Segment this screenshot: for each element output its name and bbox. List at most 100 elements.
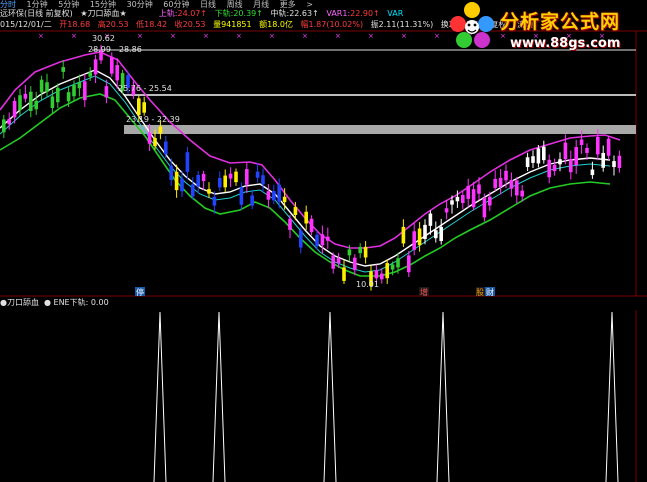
sub-panel-header: ●刀口舔血 ● ENE下轨: 0.00 [0,298,647,308]
candle-body [363,246,368,258]
candle-body [266,191,271,200]
candle-body [88,72,92,77]
candle-body [180,178,184,192]
candle-body [347,249,352,256]
candle-body [407,255,411,273]
candle-body [601,152,605,168]
candle-body [293,207,298,216]
candle-body [164,141,168,155]
candle-body [493,178,497,188]
level-band-3 [124,125,636,134]
signal-spike [605,311,619,482]
candle-body [558,159,562,165]
candle-body [428,213,433,226]
candle-body [412,231,416,250]
signal-marker: × [236,32,242,40]
signal-marker: × [269,32,275,40]
signal-marker: × [71,32,77,40]
candle-body [245,169,249,185]
candle-body [423,224,427,239]
candle-body [498,177,503,187]
candle-body [434,230,438,239]
candle-body [93,59,98,75]
candle-body [380,273,384,280]
signal-marker: × [401,32,407,40]
candle-body [66,92,71,102]
signal-spike [153,311,167,482]
candle-body [612,161,616,168]
candle-body [574,147,578,166]
candle-body [212,196,217,206]
candle-body [277,184,281,202]
candle-body [39,79,44,93]
candle-body [342,267,346,281]
candle-body [309,218,314,233]
signal-spike [323,311,337,482]
candle-body [331,255,335,269]
sub-indicator-spikes [153,311,619,482]
candle-body [272,191,276,201]
candle-body [482,197,487,218]
candle-body [552,164,557,172]
candle-body [50,96,55,108]
candle-body [374,270,379,279]
candle-body [590,169,595,176]
low-price-label: 10.01 [356,280,379,289]
level-1-label: 28.99 - 28.86 [88,45,142,54]
candle-body [228,173,233,179]
candle-body [401,226,406,244]
candle-body [444,208,449,213]
marker-increase[interactable]: 增 [420,287,428,297]
sub-panel-dot-icon-2: ● [43,298,51,307]
candle-body [488,196,492,206]
sub-panel-title: 刀口舔血 [6,298,39,307]
candle-body [531,156,535,163]
marker-halt[interactable]: 停 [136,287,144,297]
candle-body [353,257,357,271]
level-3-label: 23.19 - 22.39 [126,115,180,124]
candle-body [115,65,119,81]
candle-body [542,146,546,161]
marker-stock[interactable]: 股 [476,288,484,297]
candle-body [137,98,141,115]
candle-body [77,82,82,89]
marker-finance[interactable]: 财 [486,287,494,297]
candle-body [196,174,200,187]
candle-body [569,158,573,173]
watermark-logo: 分析家公式网 www.88gs.com [444,0,647,62]
candle-body [471,189,476,208]
signal-marker: × [368,32,374,40]
candle-body [315,234,319,247]
kline-chart[interactable]: ×××××××××××××××××× 30.62 28.99 - 28.86 2… [0,0,647,482]
candle-body [7,118,11,125]
candle-body [250,195,254,206]
candle-body [23,93,28,99]
candle-body [72,85,76,97]
candle-body [520,190,524,197]
candle-body [158,126,163,134]
candle-body [56,87,60,103]
candle-body [547,159,551,178]
signal-marker: × [203,32,209,40]
candle-body [596,136,600,155]
candle-body [515,180,519,196]
candle-body [336,258,341,264]
candle-body [504,170,508,181]
candle-body [358,246,362,254]
candle-body [509,179,514,189]
candle-body [207,189,211,194]
candle-body [34,100,38,110]
signal-marker: × [38,32,44,40]
candle-body [45,82,49,92]
candle-body [455,196,460,202]
sub-panel-line-label: ENE下轨: 0.00 [53,298,109,307]
candle-body [191,184,195,197]
candle-body [255,171,260,178]
upper-band-line [0,51,621,249]
signal-spike [436,311,450,482]
candle-body [466,185,470,199]
candle-body [147,132,152,144]
candle-body [261,175,265,185]
candle-body [450,200,454,205]
signal-marker: × [137,32,143,40]
